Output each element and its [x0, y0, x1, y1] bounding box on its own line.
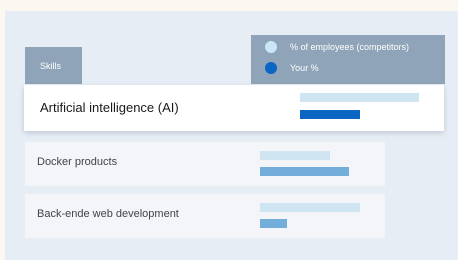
skill-label: Docker products: [37, 156, 118, 168]
legend-label-yours: Your %: [290, 63, 319, 73]
legend-label-competitors: % of employees (competitors): [290, 42, 410, 52]
skill-label: Back-ende web development: [37, 208, 179, 220]
yours-bar: [300, 110, 360, 119]
skill-row-docker[interactable]: Docker products: [25, 142, 385, 186]
skill-row-backend[interactable]: Back-ende web development: [25, 194, 385, 238]
competitors-bar: [260, 203, 360, 212]
skills-column-label: Skills: [40, 61, 62, 71]
competitors-bar: [260, 151, 330, 160]
skills-comparison-widget: Skills % of employees (competitors) Your…: [0, 0, 458, 260]
legend-item-competitors: % of employees (competitors): [265, 40, 409, 54]
yours-bar: [260, 219, 287, 228]
yours-bar: [260, 167, 349, 176]
yours-dot-icon: [265, 62, 277, 74]
skill-row-ai[interactable]: Artificial intelligence (AI): [24, 85, 444, 131]
skills-column-header: Skills: [25, 47, 82, 84]
competitors-bar: [300, 93, 419, 102]
legend-item-yours: Your %: [265, 61, 319, 75]
legend: % of employees (competitors) Your %: [251, 35, 445, 84]
competitors-dot-icon: [265, 41, 277, 53]
skill-label: Artificial intelligence (AI): [40, 100, 179, 115]
